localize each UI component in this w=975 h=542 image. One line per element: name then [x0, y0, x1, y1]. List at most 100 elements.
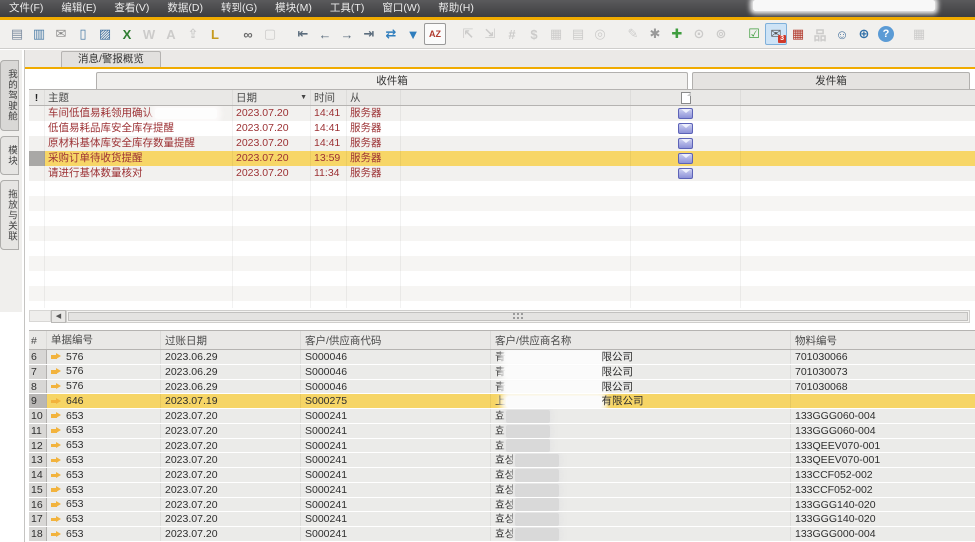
gross-profit-icon[interactable]: # — [501, 23, 523, 45]
fax-icon[interactable]: ▨ — [94, 23, 116, 45]
help-icon[interactable]: ? — [875, 23, 897, 45]
detail-row[interactable]: 7 576 2023.06.29 S000046 青限公司 701030073 — [29, 365, 975, 380]
envelope-icon[interactable] — [678, 138, 693, 149]
inbox-message-row[interactable]: 采购订单待收货提醒 2023.07.20 13:59 服务器 — [29, 151, 975, 166]
link-arrow-icon[interactable] — [51, 353, 62, 360]
link-arrow-icon[interactable] — [51, 472, 62, 479]
tab-outbox[interactable]: 发件箱 — [692, 72, 970, 89]
edit-icon[interactable]: ✎ — [622, 23, 644, 45]
detail-row[interactable]: 11 653 2023.07.20 S000241 효 133GGG060-00… — [29, 424, 975, 439]
link-arrow-icon[interactable] — [51, 383, 62, 390]
link-arrow-icon[interactable] — [51, 457, 62, 464]
detail-row[interactable]: 14 653 2023.07.20 S000241 효성 133CCF052-0… — [29, 468, 975, 483]
link-arrow-icon[interactable] — [51, 516, 62, 523]
export-pdf-icon[interactable]: A — [160, 23, 182, 45]
menu-item[interactable]: 模块(M) — [266, 0, 321, 17]
envelope-icon[interactable] — [678, 123, 693, 134]
detail-row[interactable]: 8 576 2023.06.29 S000046 青限公司 701030068 — [29, 380, 975, 395]
menu-item[interactable]: 编辑(E) — [52, 0, 105, 17]
detail-row[interactable]: 6 576 2023.06.29 S000046 青限公司 701030066 — [29, 350, 975, 365]
alerts-form-icon[interactable]: ▦ — [787, 23, 809, 45]
chat-icon[interactable]: ⊙ — [688, 23, 710, 45]
detail-row[interactable]: 16 653 2023.07.20 S000241 효성 133GGG140-0… — [29, 498, 975, 513]
column-header-bp-name[interactable]: 客户/供应商名称 — [491, 331, 791, 349]
select-icon[interactable]: ▢ — [259, 23, 281, 45]
column-header-item-number[interactable]: 物料编号 — [791, 331, 975, 349]
preview-icon[interactable]: ▤ — [6, 23, 28, 45]
message-icon-cell[interactable] — [631, 151, 741, 166]
payment-means-icon[interactable]: $ — [523, 23, 545, 45]
upload-icon[interactable]: ⇪ — [182, 23, 204, 45]
message-icon-cell[interactable] — [631, 136, 741, 151]
link-arrow-icon[interactable] — [51, 486, 62, 493]
detail-row[interactable]: 15 653 2023.07.20 S000241 효성 133CCF052-0… — [29, 483, 975, 498]
sidebar-tab-my-cockpit[interactable]: 我的驾驶舱 — [0, 60, 19, 131]
rownum-cell[interactable]: 9 — [29, 394, 47, 408]
detail-row[interactable]: 13 653 2023.07.20 S000241 효성 133QEEV070-… — [29, 453, 975, 468]
menu-item[interactable]: 帮助(H) — [429, 0, 483, 17]
first-record-icon[interactable]: ⇤ — [292, 23, 314, 45]
inbox-horizontal-scrollbar[interactable]: ◀ — [29, 309, 970, 323]
column-header-subject[interactable]: 主题 — [45, 90, 233, 105]
inbox-message-row[interactable]: 请进行基体数量核对 2023.07.20 11:34 服务器 — [29, 166, 975, 181]
sms-icon[interactable]: ▯ — [72, 23, 94, 45]
form-settings-icon[interactable]: ▤ — [567, 23, 589, 45]
message-icon-cell[interactable] — [631, 121, 741, 136]
rownum-cell[interactable]: 6 — [29, 350, 47, 364]
sidebar-tab-modules[interactable]: 模块 — [0, 136, 19, 175]
inbox-message-row[interactable]: 车间低值易耗领用确认 2023.07.20 14:41 服务器 — [29, 106, 975, 121]
browser-icon[interactable]: ⊕ — [853, 23, 875, 45]
detail-row[interactable]: 10 653 2023.07.20 S000241 효 133GGG060-00… — [29, 409, 975, 424]
rownum-cell[interactable]: 17 — [29, 512, 47, 526]
detail-row[interactable]: 9 646 2023.07.19 S000275 上有限公司 — [29, 394, 975, 409]
envelope-icon[interactable] — [678, 153, 693, 164]
menu-item[interactable]: 查看(V) — [105, 0, 158, 17]
employee-search-icon[interactable]: ☺ — [831, 23, 853, 45]
scrollbar-track[interactable] — [66, 310, 970, 323]
detail-row[interactable]: 17 653 2023.07.20 S000241 효성 133GGG140-0… — [29, 512, 975, 527]
email-icon[interactable]: ✉ — [50, 23, 72, 45]
doc-settings-icon[interactable]: ✱ — [644, 23, 666, 45]
column-header-bp-code[interactable]: 客户/供应商代码 — [301, 331, 491, 349]
menu-item[interactable]: 转到(G) — [212, 0, 266, 17]
inbox-message-row[interactable]: 原材料基体库安全库存数量提醒 2023.07.20 14:41 服务器 — [29, 136, 975, 151]
last-record-icon[interactable]: ⇥ — [358, 23, 380, 45]
report-icon[interactable]: ▦ — [545, 23, 567, 45]
calendar-icon[interactable]: ▦ — [908, 23, 930, 45]
export-excel-icon[interactable]: X — [116, 23, 138, 45]
previous-record-icon[interactable]: ← — [314, 23, 336, 45]
link-arrow-icon[interactable] — [51, 501, 62, 508]
copy-to-icon[interactable]: ⇲ — [479, 23, 501, 45]
menu-item[interactable]: 工具(T) — [321, 0, 373, 17]
tab-inbox[interactable]: 收件箱 — [96, 72, 688, 89]
column-header-doc-number[interactable]: 单据编号 — [47, 331, 161, 349]
column-header-from[interactable]: 从 — [347, 90, 401, 105]
query-icon[interactable]: ◎ — [589, 23, 611, 45]
window-tab-messages-overview[interactable]: 消息/警报概览 — [61, 51, 161, 67]
menu-item[interactable]: 窗口(W) — [373, 0, 429, 17]
menu-item[interactable]: 文件(F) — [0, 0, 52, 17]
detail-row[interactable]: 12 653 2023.07.20 S000241 효 133QEEV070-0… — [29, 439, 975, 454]
rownum-cell[interactable]: 16 — [29, 498, 47, 512]
org-chart-icon[interactable]: 品 — [809, 23, 831, 45]
sort-icon[interactable]: AZ — [424, 23, 446, 45]
scrollbar-thumb[interactable] — [68, 312, 968, 321]
rownum-cell[interactable]: 8 — [29, 380, 47, 394]
column-header-date[interactable]: 日期▼ — [233, 90, 311, 105]
link-arrow-icon[interactable] — [51, 412, 62, 419]
copy-from-icon[interactable]: ⇱ — [457, 23, 479, 45]
transaction-icon[interactable]: ✚ — [666, 23, 688, 45]
rownum-cell[interactable]: 13 — [29, 453, 47, 467]
sidebar-tab-drag-relate[interactable]: 拖放与关联 — [0, 180, 19, 251]
export-word-icon[interactable]: W — [138, 23, 160, 45]
envelope-icon[interactable] — [678, 168, 693, 179]
link-arrow-icon[interactable] — [51, 427, 62, 434]
rownum-cell[interactable]: 14 — [29, 468, 47, 482]
link-arrow-icon[interactable] — [51, 398, 62, 405]
rownum-cell[interactable]: 7 — [29, 365, 47, 379]
message-icon-cell[interactable] — [631, 106, 741, 121]
refresh-icon[interactable]: ⇄ — [380, 23, 402, 45]
rownum-cell[interactable]: 12 — [29, 439, 47, 453]
checklist-icon[interactable]: ☑ — [743, 23, 765, 45]
column-header-posting-date[interactable]: 过账日期 — [161, 331, 301, 349]
